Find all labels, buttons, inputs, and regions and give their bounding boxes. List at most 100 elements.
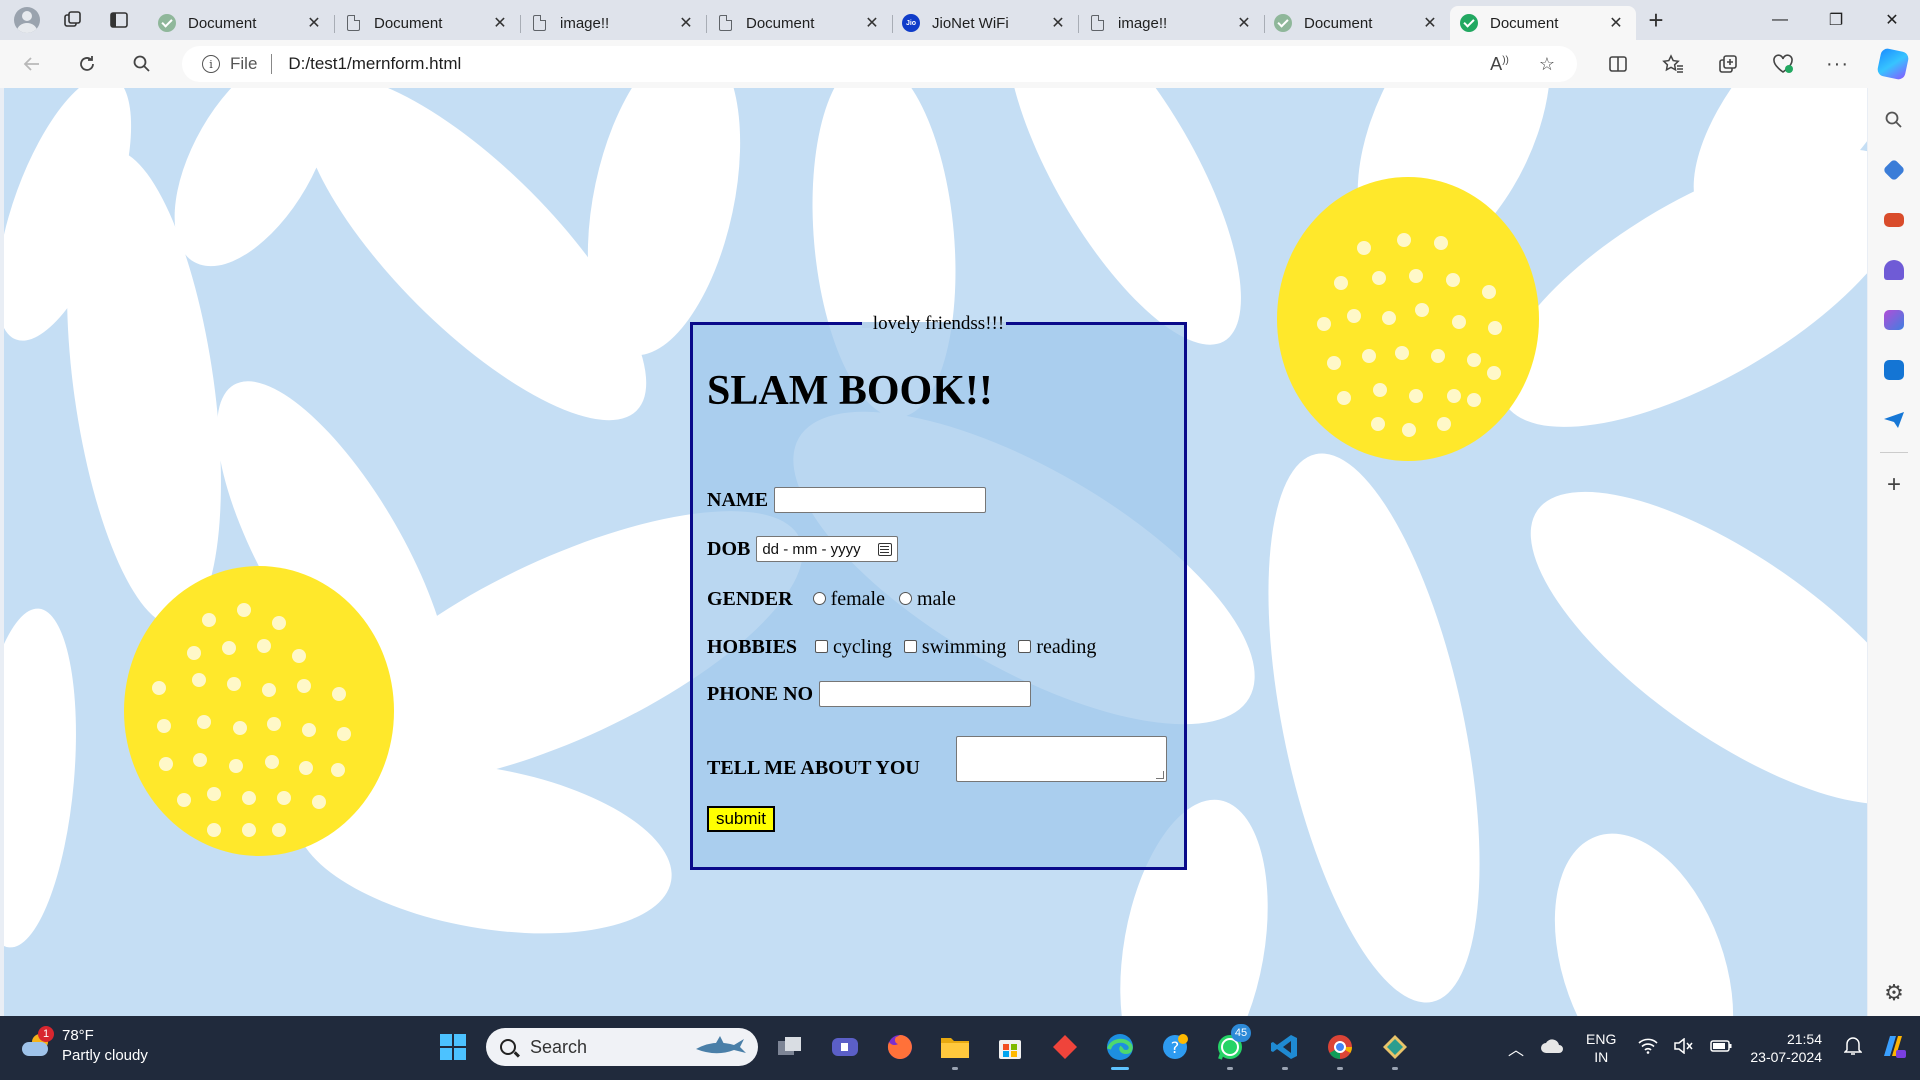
copilot-taskbar-icon[interactable]: [1878, 1032, 1906, 1065]
help-app[interactable]: ?: [1152, 1024, 1198, 1070]
git-tool-app[interactable]: [1372, 1024, 1418, 1070]
taskbar-search[interactable]: Search: [486, 1028, 758, 1066]
teams-meet-app[interactable]: [822, 1024, 868, 1070]
split-screen-icon: [1608, 56, 1627, 72]
url-field[interactable]: i File D:/test1/mernform.html A)) ☆: [182, 46, 1577, 82]
sidebar-games-button[interactable]: [1876, 252, 1912, 288]
language-indicator[interactable]: ENG IN: [1586, 1030, 1616, 1066]
taskbar-center: Search ? 45: [430, 1024, 1418, 1070]
tab-document-1[interactable]: Document ✕: [148, 6, 334, 40]
firefox-app[interactable]: [877, 1024, 923, 1070]
battery-icon[interactable]: [1710, 1039, 1732, 1058]
edge-sidebar: + ⚙: [1868, 88, 1920, 1016]
sidebar-add-button[interactable]: +: [1876, 467, 1912, 503]
shark-highlight-icon: [696, 1036, 746, 1054]
whatsapp-app[interactable]: 45: [1207, 1024, 1253, 1070]
close-icon[interactable]: ✕: [304, 13, 324, 33]
notification-bell-icon[interactable]: [1843, 1036, 1863, 1061]
edge-icon: [1107, 1034, 1133, 1060]
minimize-button[interactable]: —: [1752, 0, 1808, 40]
office-icon: [1884, 310, 1904, 330]
sidebar-office-button[interactable]: [1876, 302, 1912, 338]
phone-input[interactable]: [819, 681, 1032, 707]
restore-button[interactable]: ❐: [1808, 0, 1864, 40]
system-tray: ︿ ENG IN 21:54 23-07-2024: [1500, 1016, 1920, 1080]
collections-button[interactable]: [1700, 44, 1755, 84]
close-icon[interactable]: ✕: [1048, 13, 1068, 33]
file-explorer-app[interactable]: [932, 1024, 978, 1070]
close-icon[interactable]: ✕: [490, 13, 510, 33]
refresh-button[interactable]: [64, 44, 110, 84]
sidebar-outlook-button[interactable]: [1876, 352, 1912, 388]
sidebar-search-button[interactable]: [1876, 102, 1912, 138]
favorite-star-icon[interactable]: ☆: [1539, 54, 1555, 75]
windows-taskbar: 1 78°F Partly cloudy Search ? 45 ︿ ENG I…: [0, 1016, 1920, 1080]
anydesk-app[interactable]: [1042, 1024, 1088, 1070]
new-tab-button[interactable]: +: [1636, 0, 1676, 40]
language-line2: IN: [1594, 1049, 1609, 1065]
about-row: TELL ME ABOUT YOU: [707, 757, 926, 780]
close-icon[interactable]: ✕: [862, 13, 882, 33]
tab-document-2[interactable]: Document ✕: [334, 6, 520, 40]
start-button[interactable]: [430, 1024, 476, 1070]
clock[interactable]: 21:54 23-07-2024: [1750, 1030, 1822, 1066]
workspaces-button[interactable]: [54, 4, 92, 36]
close-icon[interactable]: ✕: [1420, 13, 1440, 33]
running-indicator: [1111, 1067, 1129, 1070]
copilot-button[interactable]: [1865, 44, 1920, 84]
more-menu-button[interactable]: ···: [1810, 44, 1865, 84]
hobby-swimming-checkbox[interactable]: [903, 640, 917, 653]
hobbies-row: HOBBIES cycling swimming reading: [707, 636, 1096, 659]
search-button[interactable]: [119, 44, 165, 84]
tab-actions-button[interactable]: [100, 4, 138, 36]
about-textarea[interactable]: [956, 736, 1167, 782]
tab-document-active[interactable]: Document ✕: [1450, 6, 1636, 40]
sidebar-shopping-button[interactable]: [1876, 152, 1912, 188]
submit-button[interactable]: submit: [707, 806, 775, 832]
profile-button[interactable]: [8, 4, 46, 36]
name-input[interactable]: [774, 487, 987, 513]
tab-image-1[interactable]: image!! ✕: [520, 6, 706, 40]
settings-gear-icon[interactable]: ⚙: [1884, 980, 1904, 1006]
form-heading: SLAM BOOK!!: [707, 368, 993, 414]
tab-jionet-wifi[interactable]: Jio JioNet WiFi ✕: [892, 6, 1078, 40]
onedrive-cloud-icon[interactable]: [1540, 1038, 1564, 1059]
phone-label: PHONE NO: [707, 682, 814, 705]
read-aloud-icon[interactable]: A)): [1490, 54, 1509, 75]
sidebar-send-button[interactable]: [1876, 402, 1912, 438]
tab-strip: Document ✕ Document ✕ image!! ✕ Document…: [0, 0, 1920, 40]
tab-actions-icon: [110, 12, 128, 28]
browser-essentials-button[interactable]: [1755, 44, 1810, 84]
site-info-icon[interactable]: i: [202, 55, 220, 73]
search-icon: [1885, 111, 1902, 128]
wifi-icon[interactable]: [1638, 1038, 1658, 1059]
weather-condition: Partly cloudy: [62, 1047, 148, 1064]
back-button[interactable]: [9, 44, 55, 84]
task-view-button[interactable]: [767, 1024, 813, 1070]
microsoft-store-app[interactable]: [987, 1024, 1033, 1070]
close-icon[interactable]: ✕: [1606, 13, 1626, 33]
tab-document-4[interactable]: Document ✕: [1264, 6, 1450, 40]
close-window-button[interactable]: ✕: [1864, 0, 1920, 40]
close-icon[interactable]: ✕: [1234, 13, 1254, 33]
edge-app[interactable]: [1097, 1024, 1143, 1070]
split-screen-button[interactable]: [1590, 44, 1645, 84]
vscode-app[interactable]: [1262, 1024, 1308, 1070]
chrome-app[interactable]: [1317, 1024, 1363, 1070]
gender-female-radio[interactable]: [812, 592, 826, 605]
name-label: NAME: [707, 488, 769, 511]
close-icon[interactable]: ✕: [676, 13, 696, 33]
calendar-icon[interactable]: [878, 542, 893, 556]
dob-date-input[interactable]: dd - mm - yyyy: [756, 536, 899, 562]
gender-male-radio[interactable]: [898, 592, 912, 605]
hobby-cycling-checkbox[interactable]: [815, 640, 829, 653]
weather-widget[interactable]: 1 78°F Partly cloudy: [20, 1026, 148, 1066]
clock-date: 23-07-2024: [1750, 1049, 1822, 1065]
sidebar-tools-button[interactable]: [1876, 202, 1912, 238]
chevron-up-icon[interactable]: ︿: [1508, 1036, 1524, 1060]
tab-image-2[interactable]: image!! ✕: [1078, 6, 1264, 40]
hobby-reading-checkbox[interactable]: [1018, 640, 1032, 653]
tab-document-3[interactable]: Document ✕: [706, 6, 892, 40]
favorites-button[interactable]: [1645, 44, 1700, 84]
speaker-muted-icon[interactable]: [1674, 1036, 1694, 1059]
